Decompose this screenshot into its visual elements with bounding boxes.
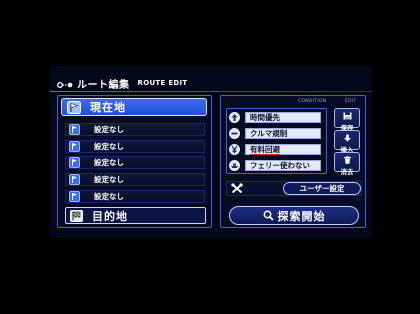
delete-button[interactable]: 消去 [334, 149, 360, 175]
user-settings-button[interactable]: ユーザー設定 [283, 182, 361, 195]
route-icon [57, 74, 73, 93]
up-arrow-icon [229, 112, 240, 123]
waypoint-flag-icon [69, 124, 80, 135]
page-title: ルート編集 [77, 79, 130, 91]
condition-text: 有料回避 [250, 144, 280, 155]
save-button[interactable]: 保存 [334, 105, 360, 131]
condition-item[interactable]: 有料回避 [229, 143, 325, 156]
condition-list: 時間優先 クルマ規制 有料回避 フェリー使わない [226, 108, 327, 174]
disk-icon [343, 105, 352, 124]
start-flag-icon [67, 100, 81, 114]
search-icon [263, 210, 274, 221]
condition-label: 有料回避 [245, 144, 321, 155]
destination-label: 目的地 [92, 209, 128, 223]
condition-text: フェリー使わない [250, 161, 310, 170]
ferry-icon [229, 160, 240, 171]
waypoint-label: 設定なし [94, 125, 124, 134]
condition-item[interactable]: クルマ規制 [229, 127, 325, 140]
minus-icon [229, 128, 240, 139]
tools-icon [231, 183, 243, 194]
conditions-panel: CONDITION EDIT 時間優先 クルマ規制 有料回避 フェリー使わない … [220, 95, 366, 228]
waypoint-row[interactable]: 設定なし [65, 190, 205, 203]
condition-label: 時間優先 [245, 112, 321, 123]
condition-text: 時間優先 [250, 113, 280, 122]
waypoint-row[interactable]: 設定なし [65, 156, 205, 169]
yen-icon [229, 144, 240, 155]
nav-screen: ルート編集 ROUTE EDIT 現在地 設定なし 設定なし 設定なし 設定なし [50, 66, 372, 238]
waypoint-row[interactable]: 設定なし [65, 173, 205, 186]
waypoint-label: 設定なし [94, 142, 124, 151]
waypoint-label: 設定なし [94, 158, 124, 167]
waypoint-row[interactable]: 設定なし [65, 123, 205, 136]
condition-header: CONDITION [298, 99, 327, 104]
checkered-flag-icon [70, 209, 83, 222]
condition-item[interactable]: 時間優先 [229, 111, 325, 124]
trash-icon [343, 149, 352, 168]
title-bar: ルート編集 ROUTE EDIT [57, 74, 188, 93]
page-title-en: ROUTE EDIT [137, 79, 188, 87]
search-start-label: 探索開始 [277, 209, 326, 223]
waypoint-row[interactable]: 設定なし [65, 140, 205, 153]
start-point-label: 現在地 [90, 101, 126, 114]
waypoint-flag-icon [69, 191, 80, 202]
user-settings-row: ユーザー設定 [226, 181, 362, 196]
waypoint-flag-icon [69, 157, 80, 168]
delete-label: 消去 [340, 167, 354, 176]
condition-item[interactable]: フェリー使わない [229, 159, 325, 172]
condition-label: クルマ規制 [245, 128, 321, 139]
waypoint-label: 設定なし [94, 175, 124, 184]
user-settings-label: ユーザー設定 [299, 184, 345, 193]
title-divider [50, 91, 372, 92]
search-start-button[interactable]: 探索開始 [229, 206, 359, 225]
insert-button[interactable]: 挿入 [334, 127, 360, 153]
waypoint-label: 設定なし [94, 192, 124, 201]
route-points-panel: 現在地 設定なし 設定なし 設定なし 設定なし 設定なし 目的地 [57, 95, 212, 228]
destination-row[interactable]: 目的地 [65, 207, 206, 224]
waypoint-flag-icon [69, 141, 80, 152]
down-arrow-icon [343, 127, 352, 146]
edit-header: EDIT [345, 99, 357, 104]
condition-text: クルマ規制 [250, 129, 288, 138]
condition-label: フェリー使わない [245, 160, 321, 171]
waypoint-flag-icon [69, 174, 80, 185]
start-point-row[interactable]: 現在地 [61, 98, 207, 116]
